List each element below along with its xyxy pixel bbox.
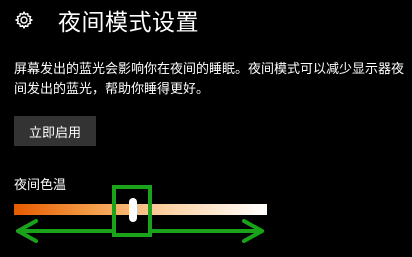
enable-now-button[interactable]: 立即启用 — [14, 116, 96, 146]
annotation-double-arrow — [16, 219, 264, 243]
page-title: 夜间模式设置 — [58, 10, 199, 36]
gear-icon — [14, 10, 34, 30]
color-temperature-slider-track[interactable] — [14, 204, 267, 215]
description-text: 屏幕发出的蓝光会影响你在夜间的睡眠。夜间模式可以减少显示器夜间发出的蓝光，帮助你… — [14, 62, 405, 97]
color-temperature-label: 夜间色温 — [14, 178, 67, 193]
color-temperature-slider-thumb[interactable] — [128, 198, 137, 222]
page-header: 夜间模式设置 — [14, 4, 199, 36]
